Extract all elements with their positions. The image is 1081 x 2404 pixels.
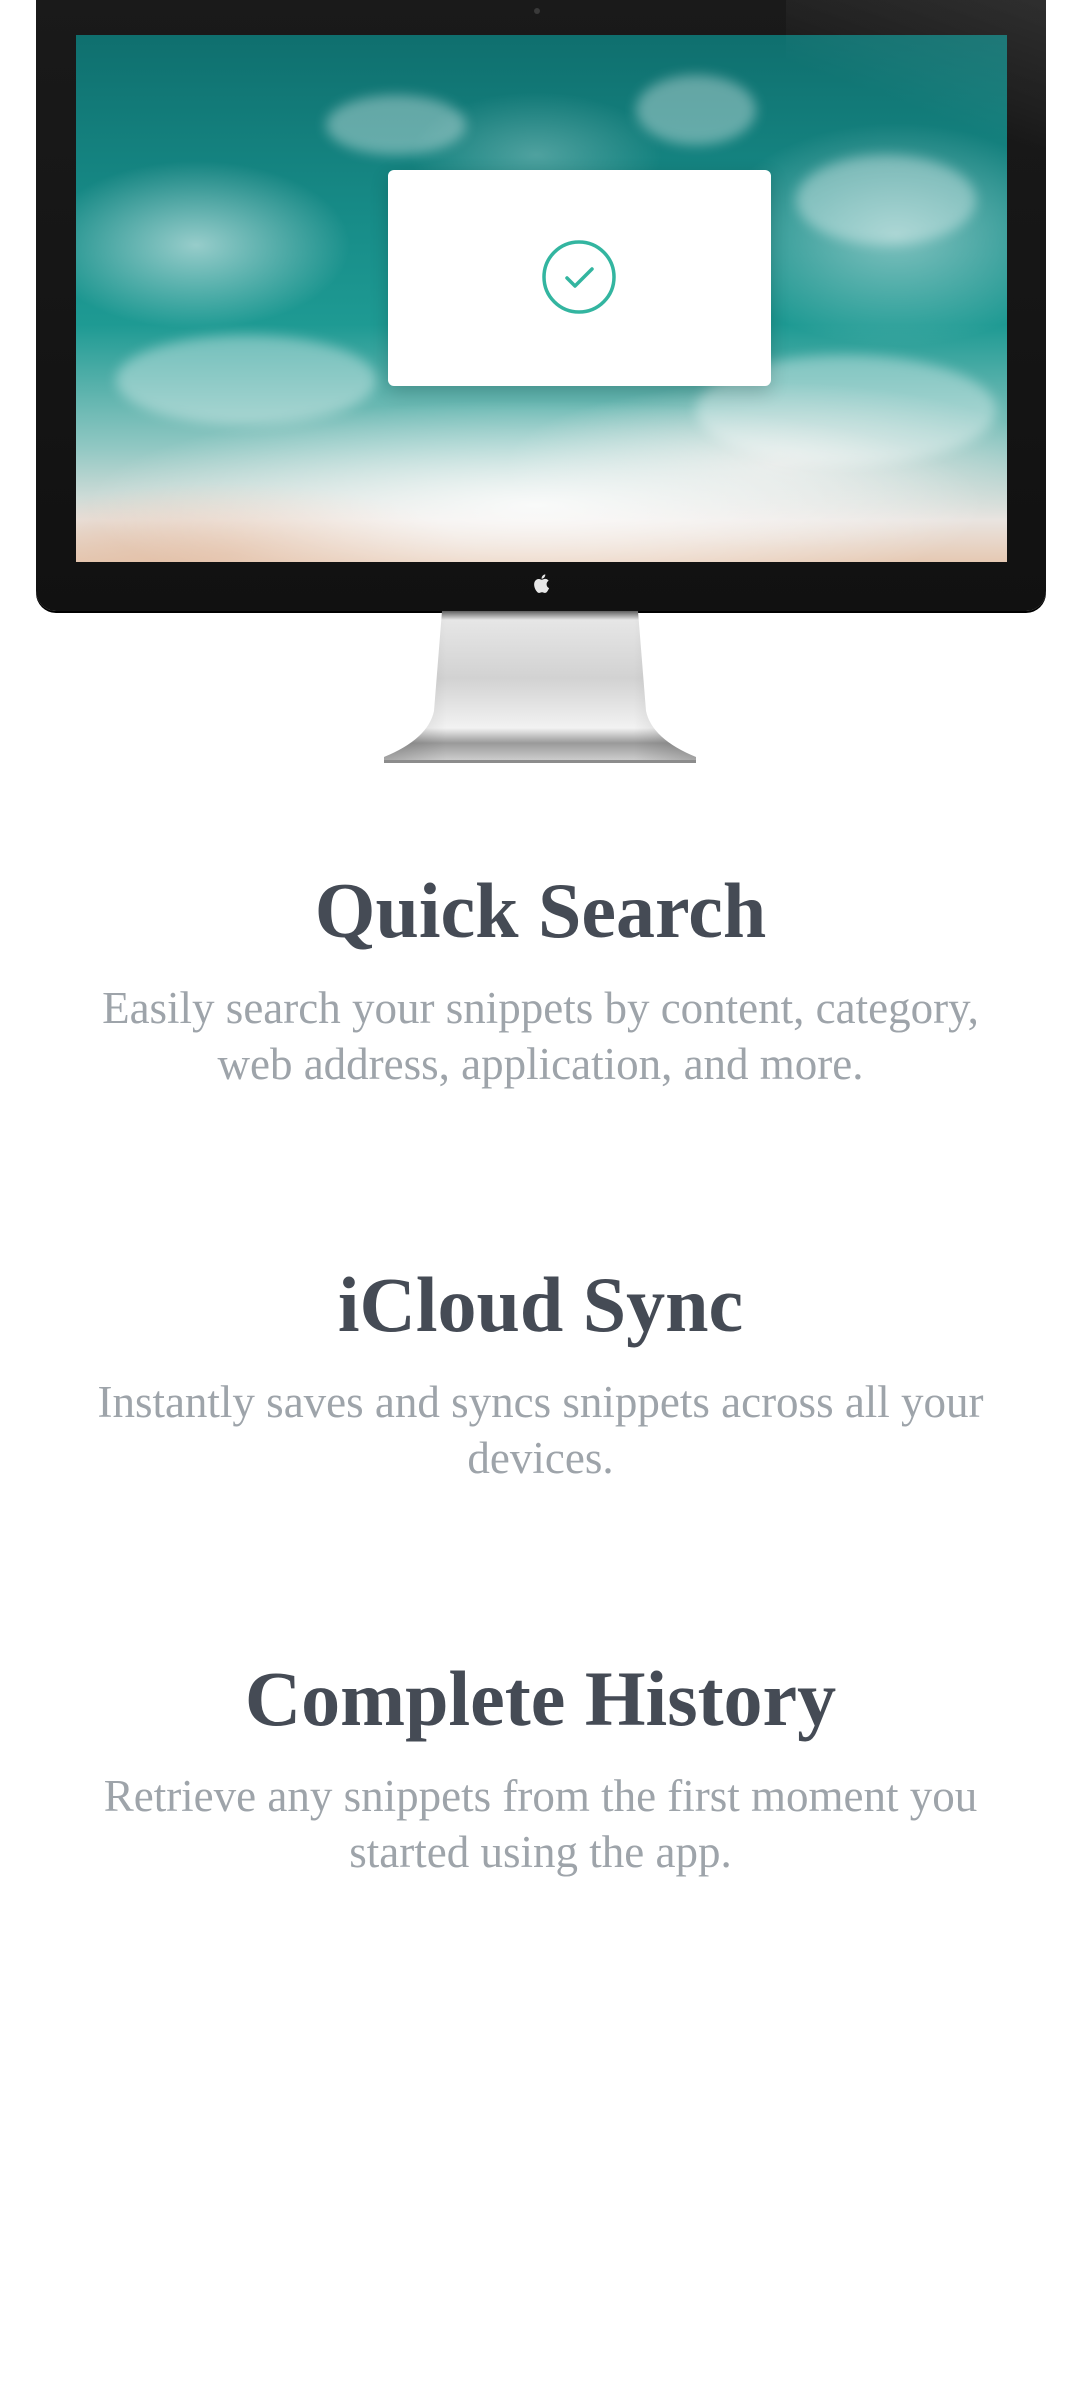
camera-dot xyxy=(534,8,540,14)
checkmark-circle-icon xyxy=(542,240,616,314)
apple-logo-icon xyxy=(534,574,550,593)
feature-description: Retrieve any snippets from the first mom… xyxy=(103,1771,978,1877)
feature-icloud-sync: iCloud Sync Instantly saves and syncs sn… xyxy=(0,1260,1081,1486)
feature-complete-history: Complete History Retrieve any snippets f… xyxy=(0,1654,1081,1880)
monitor-illustration xyxy=(36,0,1046,611)
monitor-screen xyxy=(76,35,1007,562)
success-dialog xyxy=(388,170,771,386)
monitor-stand xyxy=(384,611,696,763)
feature-title: iCloud Sync xyxy=(337,1261,744,1348)
feature-description: Easily search your snippets by content, … xyxy=(102,983,979,1089)
feature-description: Instantly saves and syncs snippets acros… xyxy=(97,1377,984,1483)
feature-title: Quick Search xyxy=(314,867,767,954)
feature-quick-search: Quick Search Easily search your snippets… xyxy=(0,866,1081,1092)
feature-title: Complete History xyxy=(244,1655,837,1742)
